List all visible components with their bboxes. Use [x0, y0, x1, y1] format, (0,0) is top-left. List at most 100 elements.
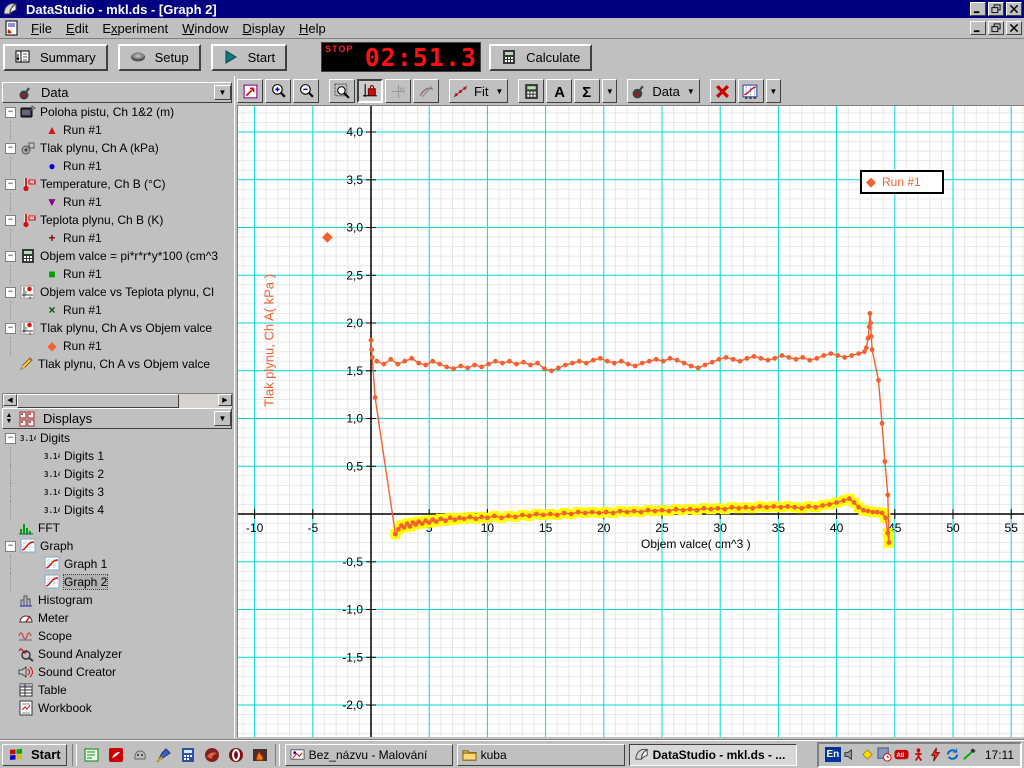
displays-tree-item-label[interactable]: Graph: [40, 539, 73, 553]
scroll-left-button[interactable]: ◀: [3, 394, 17, 406]
statistics-button[interactable]: Σ: [574, 79, 600, 103]
displays-tree-item[interactable]: Table: [2, 681, 231, 699]
zoom-out-button[interactable]: [293, 79, 319, 103]
displays-tree-item[interactable]: Workbook: [2, 699, 231, 717]
splitter-handle-icon[interactable]: ▲▼: [3, 413, 15, 425]
displays-tree-child-label[interactable]: Graph 1: [64, 557, 107, 571]
menu-window[interactable]: Window: [175, 19, 235, 38]
scrollbar-thumb[interactable]: [17, 394, 179, 408]
data-tree-item[interactable]: − Poloha pistu, Ch 1&2 (m): [2, 103, 231, 121]
data-tree-item[interactable]: − Tlak plynu, Ch A (kPa): [2, 139, 231, 157]
menu-experiment[interactable]: Experiment: [95, 19, 175, 38]
displays-panel-header[interactable]: ▲▼ Displays ▼: [2, 408, 232, 429]
close-button[interactable]: [1006, 2, 1022, 16]
start-menu-button[interactable]: Start: [2, 744, 67, 766]
restore-button[interactable]: [988, 2, 1004, 16]
displays-tree-item-label[interactable]: Scope: [38, 629, 72, 643]
data-tree-item-label[interactable]: Tlak plynu, Ch A vs Objem valce: [38, 357, 210, 371]
displays-tree-child-label[interactable]: Digits 3: [64, 485, 104, 499]
data-tree-child-item[interactable]: +Run #1: [2, 229, 231, 247]
scale-to-fit-button[interactable]: [237, 79, 263, 103]
tray-volume-icon[interactable]: [843, 747, 858, 762]
data-tree-hscrollbar[interactable]: ◀ ▶: [2, 393, 233, 409]
data-tree-child-item[interactable]: ◆Run #1: [2, 337, 231, 355]
tray-lightning-icon[interactable]: [928, 747, 943, 762]
displays-tree-item[interactable]: Histogram: [2, 591, 231, 609]
displays-tree-child-item[interactable]: 3.14Digits 4: [2, 501, 231, 519]
displays-tree-child-label[interactable]: Digits 2: [64, 467, 104, 481]
data-tree-child-item[interactable]: ▼Run #1: [2, 193, 231, 211]
data-tree-item-label[interactable]: Poloha pistu, Ch 1&2 (m): [40, 105, 174, 119]
quicklaunch-calculator-blue-icon[interactable]: [178, 745, 198, 765]
displays-tree-item-label[interactable]: Workbook: [38, 701, 92, 715]
task-button-datastudio-mkl-ds-[interactable]: DataStudio - mkl.ds - ...: [629, 744, 797, 766]
displays-tree-item-label[interactable]: Digits: [40, 431, 70, 445]
fit-dropdown-button[interactable]: Fit▼: [449, 79, 508, 103]
collapse-box[interactable]: −: [5, 323, 16, 334]
displays-tree-item-label[interactable]: Sound Creator: [38, 665, 116, 679]
text-button[interactable]: A: [546, 79, 572, 103]
tray-sync-icon[interactable]: [945, 747, 960, 762]
data-tree-item[interactable]: Tlak plynu, Ch A vs Objem valce: [2, 355, 231, 373]
quicklaunch-pen-icon[interactable]: [154, 745, 174, 765]
scroll-right-button[interactable]: ▶: [218, 394, 232, 406]
quicklaunch-nero-icon[interactable]: [250, 745, 270, 765]
menu-edit[interactable]: Edit: [59, 19, 95, 38]
displays-tree-item-label[interactable]: Meter: [38, 611, 69, 625]
data-tree-item[interactable]: −yxObjem valce vs Teplota plynu, Cl: [2, 283, 231, 301]
data-tree-child-item[interactable]: ■Run #1: [2, 265, 231, 283]
data-tree-child-label[interactable]: Run #1: [63, 267, 102, 281]
tray-figure-icon[interactable]: [911, 747, 926, 762]
tray-backup-icon[interactable]: [877, 747, 892, 762]
displays-tree-child-label[interactable]: Digits 1: [64, 449, 104, 463]
language-indicator[interactable]: En: [825, 747, 841, 762]
displays-tree-item[interactable]: Scope: [2, 627, 231, 645]
displays-panel-dropdown[interactable]: ▼: [214, 411, 231, 426]
displays-tree-item[interactable]: Sound Creator: [2, 663, 231, 681]
collapse-box[interactable]: −: [5, 107, 16, 118]
displays-tree-child-label[interactable]: Digits 4: [64, 503, 104, 517]
data-tree-child-item[interactable]: ▲Run #1: [2, 121, 231, 139]
data-tree-item[interactable]: −yxTlak plynu, Ch A vs Objem valce: [2, 319, 231, 337]
slope-tool-button[interactable]: [413, 79, 439, 103]
data-tree-item-label[interactable]: Tlak plynu, Ch A (kPa): [40, 141, 159, 155]
displays-tree-child-item[interactable]: 3.14Digits 1: [2, 447, 231, 465]
statistics-button-dropdown[interactable]: ▼: [602, 79, 617, 103]
data-tree-item-label[interactable]: Objem valce vs Teplota plynu, Cl: [40, 285, 214, 299]
dropdown-arrow-icon[interactable]: ▼: [493, 87, 505, 96]
tray-ati-icon[interactable]: Ati: [894, 747, 909, 762]
displays-tree-item[interactable]: −3.14Digits: [2, 429, 231, 447]
displays-tree-item-label[interactable]: FFT: [38, 521, 60, 535]
displays-tree-item-label[interactable]: Table: [38, 683, 67, 697]
data-panel-header[interactable]: Data ▼: [2, 82, 232, 103]
displays-tree-child-label[interactable]: Graph 2: [64, 575, 107, 589]
graph-settings-button[interactable]: [738, 79, 764, 103]
data-tree-child-label[interactable]: Run #1: [63, 159, 102, 173]
tray-pen-tray-icon[interactable]: [962, 747, 977, 762]
graph-settings-button-dropdown[interactable]: ▼: [766, 79, 781, 103]
tray-diamond-icon[interactable]: [860, 747, 875, 762]
data-tree-child-item[interactable]: ●Run #1: [2, 157, 231, 175]
plot-area[interactable]: 4,03,53,02,52,01,51,00,5-0,5-1,0-1,5-2,0…: [237, 105, 1024, 737]
data-tree-item-label[interactable]: Objem valce = pi*r*r*y*100 (cm^3: [40, 249, 218, 263]
data-panel-dropdown[interactable]: ▼: [214, 85, 231, 100]
data-tree-item[interactable]: −Objem valce = pi*r*r*y*100 (cm^3: [2, 247, 231, 265]
collapse-box[interactable]: −: [5, 143, 16, 154]
summary-button[interactable]: Summary: [3, 44, 108, 71]
data-tree-item-label[interactable]: Teplota plynu, Ch B (K): [40, 213, 163, 227]
data-tree-child-label[interactable]: Run #1: [63, 339, 102, 353]
data-tree-child-label[interactable]: Run #1: [63, 123, 102, 137]
setup-button[interactable]: Setup: [118, 44, 201, 71]
task-button-kuba[interactable]: kuba: [457, 744, 625, 766]
data-tree-item[interactable]: −KTDTeplota plynu, Ch B (K): [2, 211, 231, 229]
data-tree-item[interactable]: −KTDTemperature, Ch B (°C): [2, 175, 231, 193]
collapse-box[interactable]: −: [5, 287, 16, 298]
quicklaunch-notes-icon[interactable]: [82, 745, 102, 765]
collapse-box[interactable]: −: [5, 433, 16, 444]
displays-tree-child-item[interactable]: 3.14Digits 2: [2, 465, 231, 483]
menu-display[interactable]: Display: [235, 19, 292, 38]
menu-file[interactable]: File: [24, 19, 59, 38]
quicklaunch-acrobat-icon[interactable]: [106, 745, 126, 765]
displays-tree-item-label[interactable]: Histogram: [38, 593, 93, 607]
menu-help[interactable]: Help: [292, 19, 333, 38]
